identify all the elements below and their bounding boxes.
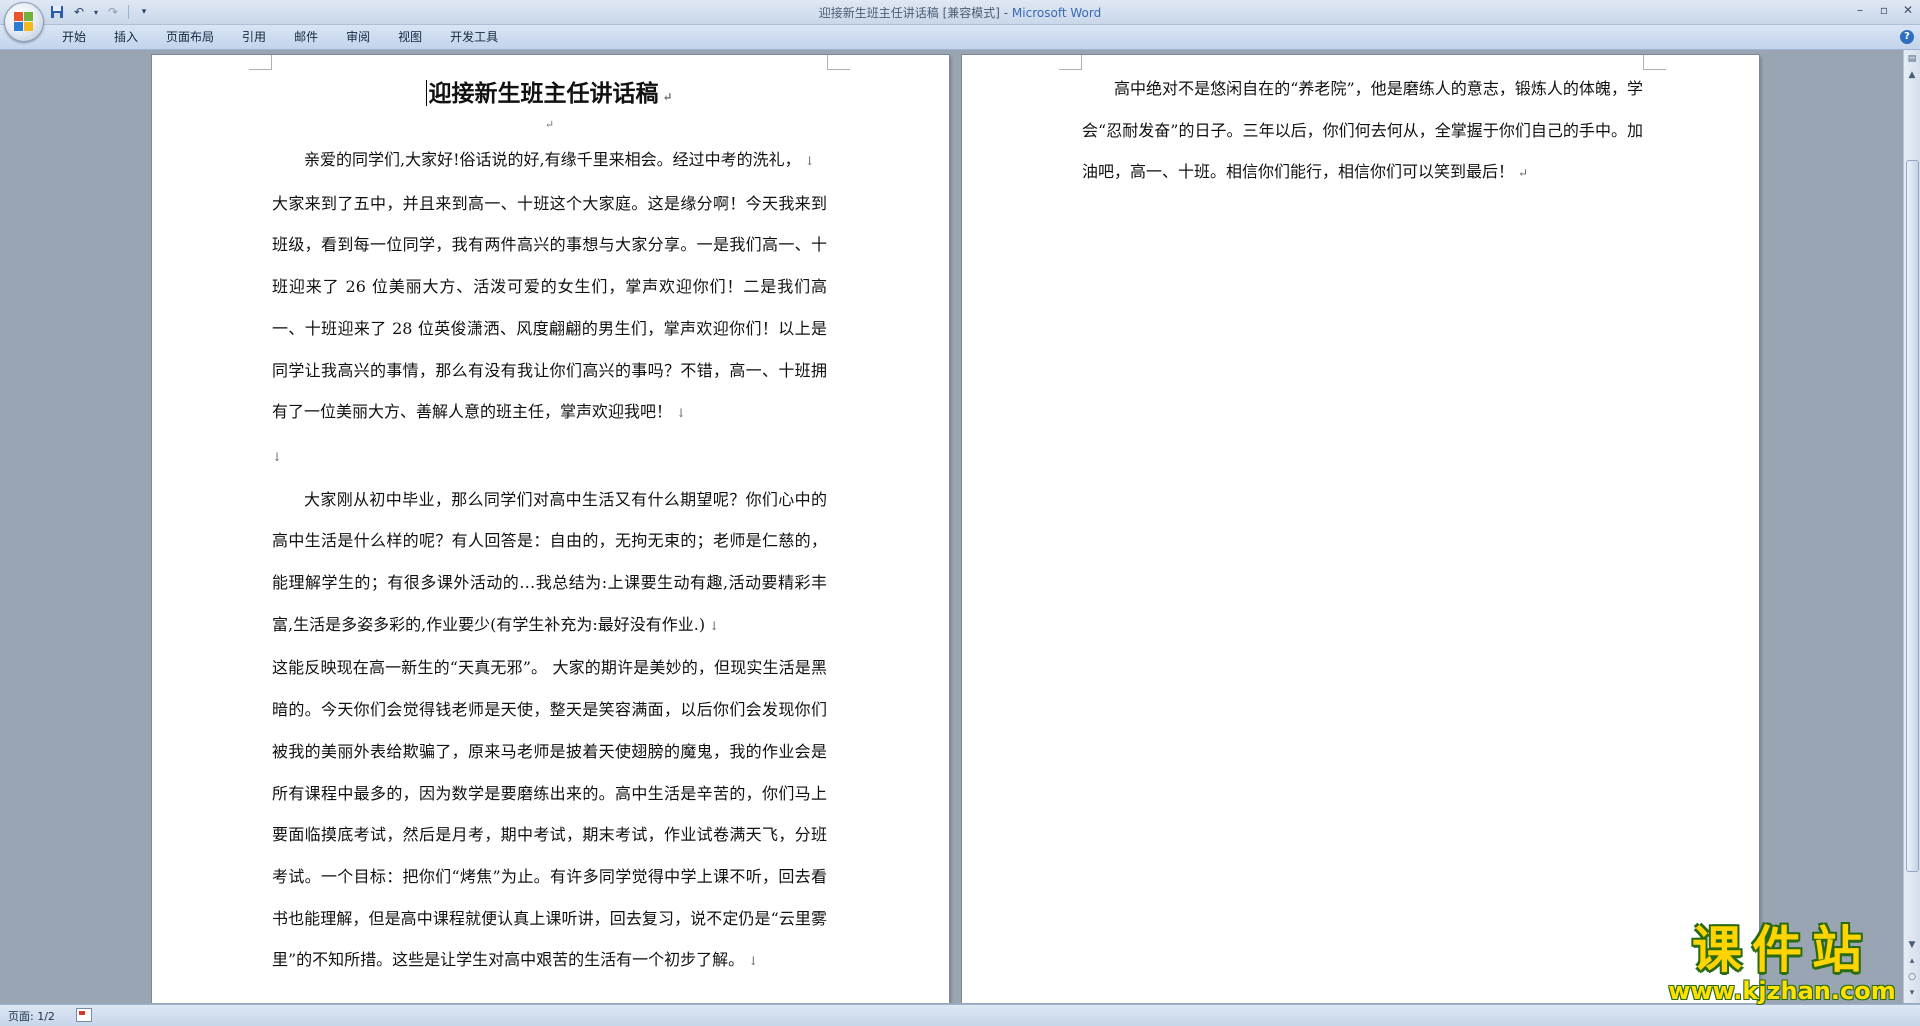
tab-home[interactable]: 开始 (48, 25, 100, 49)
empty-line: ↓ (272, 435, 827, 479)
scrollbar-thumb[interactable] (1906, 160, 1919, 872)
scroll-down-icon[interactable]: ▼ (1905, 938, 1919, 952)
paragraph-mark: ↵ (662, 90, 673, 104)
proofing-icon[interactable] (76, 1008, 92, 1022)
tab-page-layout[interactable]: 页面布局 (152, 25, 228, 49)
paragraph-4[interactable]: 这能反映现在高一新生的“天真无邪”。 大家的期许是美妙的，但现实生活是黑暗的。今… (272, 647, 827, 983)
line-break-mark: ↓ (709, 618, 720, 633)
paragraph-3[interactable]: 大家刚从初中毕业，那么同学们对高中生活又有什么期望呢？你们心中的高中生活是什么样… (272, 479, 827, 648)
margin-corner-mark (1643, 55, 1666, 70)
tab-mailings[interactable]: 邮件 (280, 25, 332, 49)
page-1[interactable]: 迎接新生班主任讲话稿 ↵ ↵ 亲爱的同学们,大家好!俗话说的好,有缘千里来相会。经… (152, 55, 949, 1003)
ribbon-tab-bar: 开始 插入 页面布局 引用 邮件 审阅 视图 开发工具 ? (0, 25, 1920, 50)
restore-icon[interactable]: ▫ (1872, 0, 1896, 20)
page-2[interactable]: 高中绝对不是悠闲自在的“养老院”，他是磨练人的意志，锻炼人的体魄，学会“忍耐发奋… (962, 55, 1759, 1003)
window-controls: – ▫ ✕ (1848, 0, 1920, 20)
line-break-mark: ↓ (272, 449, 283, 464)
watermark: 课件站 www.kjzhan.com (1662, 922, 1902, 1004)
paragraph-1[interactable]: 亲爱的同学们,大家好!俗话说的好,有缘千里来相会。经过中考的洗礼， ↓ (272, 139, 827, 183)
tab-insert[interactable]: 插入 (100, 25, 152, 49)
paragraph-1-text: 亲爱的同学们,大家好!俗话说的好,有缘千里来相会。经过中考的洗礼， (304, 150, 801, 169)
document-title[interactable]: 迎接新生班主任讲话稿 ↵ (272, 77, 827, 111)
margin-corner-mark (1059, 55, 1082, 70)
paragraph-2-text: 大家来到了五中，并且来到高一、十班这个大家庭。这是缘分啊！今天我来到班级，看到每… (272, 193, 827, 422)
page-count[interactable]: 页面: 1/2 (8, 1008, 55, 1024)
line-break-mark: ↓ (748, 954, 759, 969)
window-title-app: Microsoft Word (1011, 6, 1102, 20)
tab-review[interactable]: 审阅 (332, 25, 384, 49)
scroll-up-icon[interactable]: ▲ (1905, 68, 1919, 82)
watermark-url: www.kjzhan.com (1668, 977, 1896, 1005)
margin-corner-mark (827, 55, 850, 70)
paragraph-5[interactable]: 高中绝对不是悠闲自在的“养老院”，他是磨练人的意志，锻炼人的体魄，学会“忍耐发奋… (1082, 68, 1643, 195)
paragraph-5-text: 高中绝对不是悠闲自在的“养老院”，他是磨练人的意志，锻炼人的体魄，学会“忍耐发奋… (1082, 79, 1643, 182)
tab-view[interactable]: 视图 (384, 25, 436, 49)
minimize-icon[interactable]: – (1848, 0, 1872, 20)
ruler-toggle-icon[interactable]: ▤ (1905, 52, 1919, 66)
watermark-logo: 课件站 (1692, 921, 1872, 979)
margin-corner-mark (249, 55, 272, 70)
empty-paragraph: ↵ (544, 118, 555, 131)
page-1-content[interactable]: 迎接新生班主任讲话稿 ↵ ↵ 亲爱的同学们,大家好!俗话说的好,有缘千里来相会。经… (272, 55, 827, 983)
document-title-text: 迎接新生班主任讲话稿 (428, 80, 659, 107)
paragraph-3-text: 大家刚从初中毕业，那么同学们对高中生活又有什么期望呢？你们心中的高中生活是什么样… (272, 489, 827, 634)
office-button[interactable] (4, 2, 44, 42)
window-title-doc: 迎接新生班主任讲话稿 [兼容模式] - (818, 6, 1012, 20)
line-break-mark: ↓ (804, 154, 815, 168)
vertical-scrollbar[interactable]: ▤ ▲ ▼ ▴ ○ ▾ (1903, 50, 1920, 1003)
page-2-content[interactable]: 高中绝对不是悠闲自在的“养老院”，他是磨练人的意志，锻炼人的体魄，学会“忍耐发奋… (1082, 68, 1643, 195)
line-break-mark: ↓ (676, 406, 687, 421)
tab-developer[interactable]: 开发工具 (436, 25, 512, 49)
title-bar: ↶ ▾ ↷ ▾ 迎接新生班主任讲话稿 [兼容模式] - Microsoft Wo… (0, 0, 1920, 42)
close-icon[interactable]: ✕ (1896, 0, 1920, 20)
paragraph-mark: ↵ (1518, 166, 1529, 181)
status-bar: 页面: 1/2 (0, 1004, 1920, 1026)
window-title: 迎接新生班主任讲话稿 [兼容模式] - Microsoft Word (0, 4, 1920, 21)
previous-page-icon[interactable]: ▴ (1905, 954, 1919, 968)
tab-references[interactable]: 引用 (228, 25, 280, 49)
paragraph-2[interactable]: 大家来到了五中，并且来到高一、十班这个大家庭。这是缘分啊！今天我来到班级，看到每… (272, 183, 827, 435)
office-logo-icon (14, 12, 34, 32)
paragraph-4-text: 这能反映现在高一新生的“天真无邪”。 大家的期许是美妙的，但现实生活是黑暗的。今… (272, 658, 827, 970)
help-icon[interactable]: ? (1900, 30, 1914, 44)
select-browse-object-icon[interactable]: ○ (1905, 970, 1919, 984)
ribbon-tabs: 开始 插入 页面布局 引用 邮件 审阅 视图 开发工具 (48, 25, 512, 49)
document-area[interactable]: 迎接新生班主任讲话稿 ↵ ↵ 亲爱的同学们,大家好!俗话说的好,有缘千里来相会。经… (0, 50, 1904, 1003)
next-page-icon[interactable]: ▾ (1905, 986, 1919, 1000)
